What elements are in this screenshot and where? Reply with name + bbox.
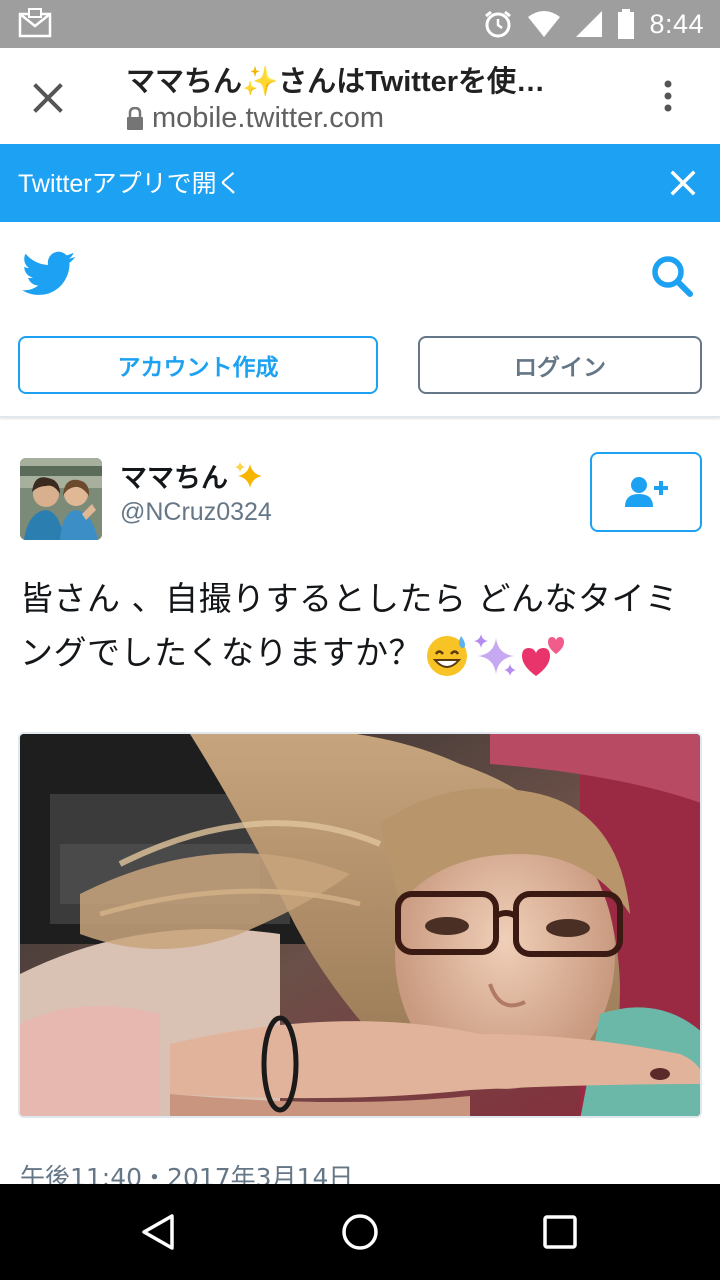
status-icons: 8:44	[483, 0, 704, 48]
sparkles-emoji	[474, 633, 516, 676]
search-icon[interactable]	[650, 254, 694, 298]
url-row: mobile.twitter.com	[126, 102, 384, 135]
display-name[interactable]: ママちん	[120, 456, 264, 495]
tweet-text: 皆さん 、自撮りするとしたら どんなタイミングでしたくなりますか？	[20, 572, 704, 680]
wifi-icon	[528, 11, 561, 37]
status-bar: 8:44	[0, 0, 720, 48]
avatar[interactable]	[20, 458, 102, 540]
signup-button[interactable]: アカウント作成	[18, 336, 378, 394]
close-icon[interactable]	[28, 78, 68, 118]
twitter-bird-icon[interactable]	[22, 250, 76, 298]
open-in-app-banner[interactable]: Twitterアプリで開く	[0, 144, 720, 222]
tweet-text-body: 皆さん 、自撮りするとしたら どんなタイミングでしたくなりますか？	[20, 579, 679, 672]
two-hearts-emoji	[522, 636, 564, 676]
login-button[interactable]: ログイン	[418, 336, 702, 394]
battery-icon	[618, 9, 635, 39]
twitter-header: アカウント作成 ログイン	[0, 222, 720, 418]
follow-button[interactable]	[590, 452, 702, 532]
add-user-icon	[625, 477, 668, 507]
open-in-app-label[interactable]: Twitterアプリで開く	[18, 164, 242, 200]
sweat-smile-emoji	[427, 635, 467, 676]
page-title: ママちん✨さんはTwitterを使…	[126, 66, 546, 98]
close-icon[interactable]	[670, 170, 696, 196]
notification-icon	[18, 8, 52, 38]
tweet-photo[interactable]	[18, 732, 702, 1118]
lock-icon	[127, 106, 143, 130]
tweet: ママちん @NCruz0324 皆さん 、自撮りするとしたら どんなタイミングで…	[0, 420, 720, 1192]
overflow-menu-icon[interactable]	[656, 76, 680, 116]
browser-toolbar: ママちん✨さんはTwitterを使… mobile.twitter.com	[0, 48, 720, 144]
navigation-bar	[0, 1184, 720, 1280]
back-icon[interactable]	[140, 1212, 180, 1252]
page-url: mobile.twitter.com	[152, 102, 385, 134]
signal-icon	[576, 11, 603, 37]
display-name-text[interactable]: ママちん	[120, 456, 228, 495]
alarm-icon	[485, 10, 512, 38]
home-icon[interactable]	[340, 1212, 380, 1252]
recents-icon[interactable]	[540, 1212, 580, 1252]
status-time: 8:44	[649, 8, 704, 39]
sparkles-icon	[235, 461, 262, 488]
user-handle[interactable]: @NCruz0324	[120, 498, 272, 527]
